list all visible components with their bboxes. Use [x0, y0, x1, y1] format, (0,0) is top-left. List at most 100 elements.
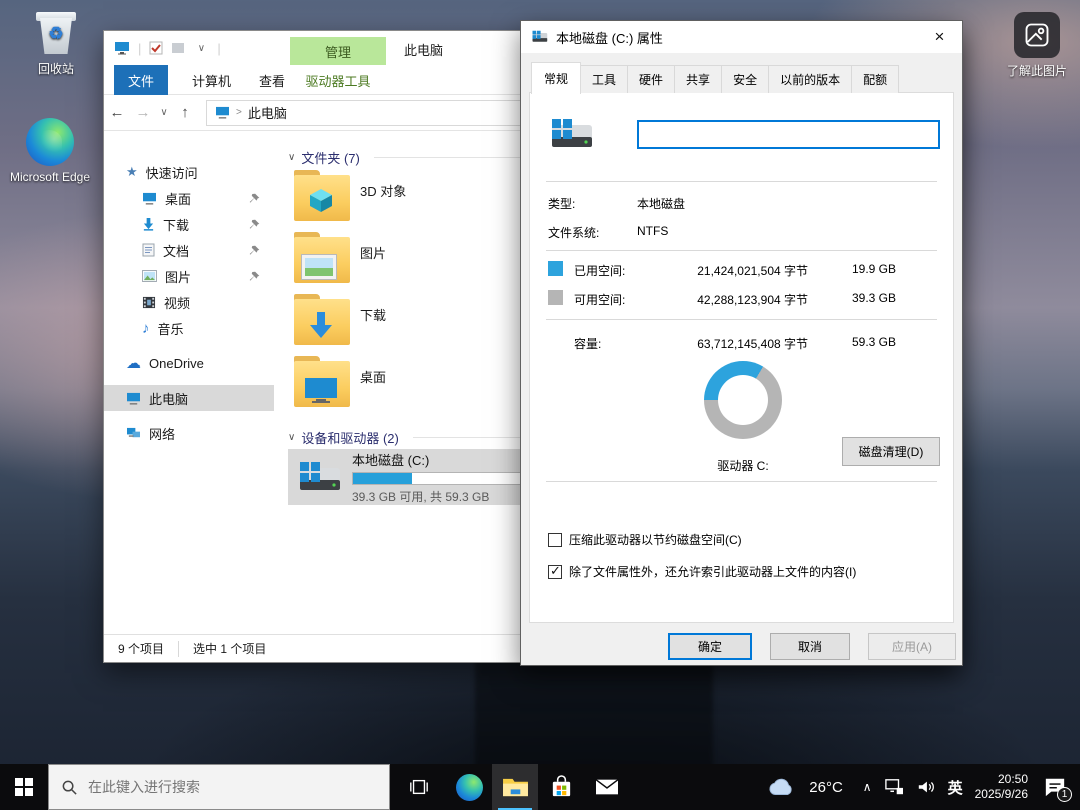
index-checkbox-row[interactable]: 除了文件属性外，还允许索引此驱动器上文件的内容(I): [548, 563, 856, 580]
used-space-gb: 19.9 GB: [851, 262, 896, 276]
download-arrow-icon: [310, 312, 332, 338]
taskbar-store[interactable]: [538, 764, 584, 810]
task-view-icon: [410, 779, 428, 795]
music-note-icon: ♪: [142, 319, 150, 337]
tab-sharing[interactable]: 共享: [674, 65, 723, 93]
free-space-bytes: 42,288,123,904 字节: [697, 293, 808, 307]
clock-date: 2025/9/26: [974, 787, 1028, 801]
tab-drive-tools[interactable]: 驱动器工具: [290, 65, 386, 95]
qat-separator-2: |: [217, 40, 221, 56]
pin-icon: [249, 271, 260, 281]
picture-icon: [1014, 12, 1060, 58]
disk-cleanup-button[interactable]: 磁盘清理(D): [842, 437, 940, 466]
volume-icon[interactable]: [916, 778, 936, 796]
taskbar-file-explorer[interactable]: [492, 764, 538, 810]
tab-general[interactable]: 常规: [531, 62, 582, 94]
search-input[interactable]: [88, 779, 348, 795]
close-button[interactable]: ×: [917, 21, 962, 52]
task-view-button[interactable]: [396, 764, 442, 810]
divider: [546, 181, 937, 182]
back-button[interactable]: ←: [104, 104, 130, 121]
volume-label-input[interactable]: [637, 120, 940, 149]
edge-icon: [455, 773, 483, 801]
breadcrumb-separator: >: [236, 107, 242, 118]
folder-icon: [294, 170, 350, 221]
sidebar-item-documents[interactable]: 文档: [104, 237, 274, 263]
pin-icon: [249, 219, 260, 229]
store-icon: [552, 774, 570, 796]
sidebar-item-videos[interactable]: 视频: [104, 289, 274, 315]
properties-dialog: 本地磁盘 (C:) 属性 × 常规 工具 硬件 共享 安全 以前的版本 配额 类…: [520, 20, 963, 666]
filesystem-value: NTFS: [637, 224, 669, 238]
capacity-gb: 59.3 GB: [851, 335, 896, 349]
tab-file[interactable]: 文件: [114, 65, 169, 95]
address-this-pc-icon: [216, 106, 229, 119]
weather-temperature[interactable]: 26°C: [809, 779, 843, 796]
dialog-tabs: 常规 工具 硬件 共享 安全 以前的版本 配额: [531, 62, 900, 94]
cancel-button[interactable]: 取消: [770, 633, 850, 660]
desktop-icon-edge[interactable]: Microsoft Edge: [0, 118, 100, 184]
file-explorer-icon: [502, 778, 528, 796]
qat-dropdown-icon[interactable]: ∨: [193, 43, 209, 54]
up-button[interactable]: ↑: [172, 104, 198, 121]
tab-hardware[interactable]: 硬件: [627, 65, 676, 93]
divider: [546, 481, 937, 482]
properties-check-icon[interactable]: [149, 41, 163, 55]
filesystem-label: 文件系统:: [548, 226, 600, 240]
chevron-down-icon: ∨: [288, 431, 296, 443]
taskbar-edge[interactable]: [446, 764, 492, 810]
sidebar-item-onedrive[interactable]: ☁ OneDrive: [104, 350, 274, 376]
dialog-titlebar: 本地磁盘 (C:) 属性: [521, 21, 962, 53]
sidebar-item-desktop[interactable]: 桌面: [104, 185, 274, 211]
windows-logo-icon: [15, 778, 33, 796]
ok-button[interactable]: 确定: [668, 633, 752, 660]
recycle-bin-icon: ♻: [34, 8, 78, 56]
taskbar: 26°C ∧ 英 20:50 2025/9/26 1: [0, 764, 1080, 810]
sidebar-item-music[interactable]: ♪ 音乐: [104, 315, 274, 341]
new-folder-icon[interactable]: [171, 41, 185, 55]
tab-quota[interactable]: 配额: [851, 65, 900, 93]
action-center-button[interactable]: 1: [1040, 772, 1072, 802]
type-value: 本地磁盘: [637, 197, 686, 211]
forward-button[interactable]: →: [130, 104, 156, 121]
taskbar-mail[interactable]: [584, 764, 630, 810]
desktop-icon-spotlight[interactable]: 了解此图片: [998, 12, 1076, 79]
drive-item-c[interactable]: 本地磁盘 (C:) 39.3 GB 可用, 共 59.3 GB: [288, 449, 546, 505]
cloud-icon: ☁: [126, 355, 141, 372]
ime-indicator[interactable]: 英: [948, 777, 963, 798]
sidebar-item-pictures[interactable]: 图片: [104, 263, 274, 289]
system-tray: 26°C ∧ 英 20:50 2025/9/26 1: [767, 764, 1080, 810]
tab-previous-versions[interactable]: 以前的版本: [768, 65, 853, 93]
divider: [546, 319, 937, 320]
hidden-icons-chevron[interactable]: ∧: [863, 780, 872, 794]
start-button[interactable]: [0, 764, 48, 810]
sidebar-item-quick-access[interactable]: ★ 快速访问: [104, 159, 274, 185]
chevron-down-icon: ∨: [288, 151, 296, 163]
pin-icon: [249, 193, 260, 203]
videos-icon: [142, 296, 156, 308]
compress-checkbox-label: 压缩此驱动器以节约磁盘空间(C): [569, 533, 742, 547]
weather-cloud-icon: [769, 778, 792, 795]
index-checkbox[interactable]: [548, 563, 562, 579]
network-icon[interactable]: [884, 778, 904, 796]
breadcrumb-location[interactable]: 此电脑: [248, 103, 287, 122]
sidebar-item-this-pc[interactable]: 此电脑: [104, 385, 274, 411]
tab-computer[interactable]: 计算机: [178, 65, 245, 95]
tab-tools[interactable]: 工具: [580, 65, 629, 93]
search-icon: [62, 780, 77, 795]
compress-checkbox-row[interactable]: 压缩此驱动器以节约磁盘空间(C): [548, 531, 742, 548]
used-space-swatch: [548, 261, 563, 276]
sidebar-item-downloads[interactable]: 下载: [104, 211, 274, 237]
drive-icon: [300, 462, 340, 490]
taskbar-clock[interactable]: 20:50 2025/9/26: [975, 772, 1028, 802]
explorer-window-title: 此电脑: [404, 43, 444, 58]
document-icon: [142, 243, 155, 257]
taskbar-search[interactable]: [48, 764, 390, 810]
desktop-icon-recycle-bin[interactable]: ♻ 回收站: [14, 8, 98, 77]
sidebar-item-network[interactable]: 网络: [104, 420, 274, 446]
tab-security[interactable]: 安全: [721, 65, 770, 93]
recent-locations-icon[interactable]: ∨: [156, 107, 172, 118]
used-space-bytes: 21,424,021,504 字节: [697, 264, 808, 278]
compress-checkbox[interactable]: [548, 532, 562, 547]
this-pc-icon: [115, 42, 129, 55]
